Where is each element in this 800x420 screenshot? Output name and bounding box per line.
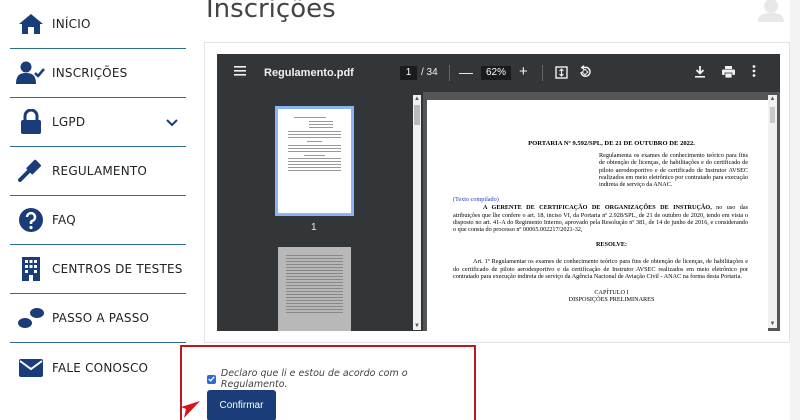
pdf-card: Regulamento.pdf 1 / 34 — 62% + 1 ▲ ▼ POR… [204,42,790,343]
sidebar-item-label: LGPD [52,115,86,129]
zoom-in-button[interactable]: + [519,63,528,80]
sidebar-item-label: PASSO A PASSO [52,311,150,325]
envelope-icon [16,353,46,383]
building-icon [16,254,46,284]
document-ementa: Regulamenta os exames de conhecimento te… [599,152,748,189]
sidebar-item-label: INÍCIO [52,17,91,31]
pdf-viewer[interactable]: Regulamento.pdf 1 / 34 — 62% + 1 ▲ ▼ POR… [217,54,780,331]
scrollbar-thumb[interactable] [414,105,420,125]
toolbar-divider [449,65,450,81]
scroll-down-icon[interactable]: ▼ [413,322,421,330]
sidebar-item-label: INSCRIÇÕES [52,66,128,80]
print-icon[interactable] [722,66,735,81]
sidebar-item-label: FALE CONOSCO [52,360,149,375]
fit-page-icon[interactable] [555,66,568,82]
document-scrollbar[interactable]: ▲ ▼ [768,95,777,328]
document-heading: PORTARIA Nº 9.592/SPL, DE 21 DE OUTUBRO … [528,140,695,147]
document-article: Art. 1º Regulamentar os exames de conhec… [453,258,748,280]
scroll-up-icon[interactable]: ▲ [768,95,777,103]
sidebar-item-faq[interactable]: FAQ [10,196,186,245]
pdf-toolbar: Regulamento.pdf 1 / 34 — 62% + [217,54,780,92]
chevron-down-icon[interactable] [166,114,178,132]
agreement-box: Declaro que li e estou de acordo com o R… [180,345,476,420]
rotate-icon[interactable] [578,65,592,82]
scroll-down-icon[interactable]: ▼ [768,320,777,328]
thumbnail-page-number: 1 [311,222,317,233]
document-chapter-title: DISPOSIÇÕES PRELIMINARES [568,296,655,304]
agreement-label: Declaro que li e estou de acordo com o R… [220,368,408,390]
sidebar-item-fale-conosco[interactable]: FALE CONOSCO [10,343,186,392]
question-circle-icon [16,205,46,235]
download-icon[interactable] [694,65,706,81]
page-number-input[interactable]: 1 [400,66,417,80]
document-paragraph: A GERENTE DE CERTIFICAÇÃO DE ORGANIZAÇÕE… [453,204,748,233]
compiled-text-link[interactable]: (Texto compilado) [453,196,748,203]
page-scrollbar[interactable] [790,0,800,420]
document-paragraph-lead: A GERENTE DE CERTIFICAÇÃO DE ORGANIZAÇÕE… [483,204,712,212]
pdf-file-name: Regulamento.pdf [264,67,354,79]
page-title: Inscrições [206,0,336,24]
page-total: / 34 [421,67,438,78]
menu-icon[interactable] [234,66,246,79]
confirm-button[interactable]: Confirmar [207,390,276,420]
gavel-icon [16,156,46,186]
sidebar-item-inscricoes[interactable]: INSCRIÇÕES [10,49,186,98]
sidebar-item-label: CENTROS DE TESTES [52,262,183,276]
sidebar-item-label: REGULAMENTO [52,164,148,178]
zoom-input[interactable]: 62% [481,66,511,80]
user-check-icon [16,58,46,88]
more-options-icon[interactable] [752,65,756,80]
home-icon [16,9,46,39]
sidebar-nav: INÍCIO INSCRIÇÕES LGPD REGULAMENTO FAQ C… [10,0,186,420]
agreement-checkbox[interactable] [207,374,216,384]
scrollbar-thumb[interactable] [770,107,775,123]
sidebar-item-label: FAQ [52,213,76,227]
document-area: PORTARIA Nº 9.592/SPL, DE 21 DE OUTUBRO … [427,92,780,331]
sidebar-item-passo-a-passo[interactable]: PASSO A PASSO [10,294,186,343]
thumbnail-scrollbar[interactable]: ▲ ▼ [413,95,421,330]
sidebar-item-lgpd[interactable]: LGPD [10,98,186,147]
document-resolve: RESOLVE: [595,241,628,249]
zoom-out-button[interactable]: — [459,64,473,80]
lock-icon [16,107,46,137]
user-avatar-icon[interactable] [756,0,790,27]
sidebar-item-centros-de-testes[interactable]: CENTROS DE TESTES [10,245,186,294]
page-thumbnail[interactable] [278,247,351,331]
footsteps-icon [16,303,46,333]
sidebar-item-inicio[interactable]: INÍCIO [10,0,186,49]
toolbar-divider [542,65,543,81]
page-thumbnail-selected[interactable] [275,106,354,216]
scroll-up-icon[interactable]: ▲ [413,95,421,103]
sidebar-item-regulamento[interactable]: REGULAMENTO [10,147,186,196]
agreement-row[interactable]: Declaro que li e estou de acordo com o R… [207,368,474,390]
document-page: PORTARIA Nº 9.592/SPL, DE 21 DE OUTUBRO … [427,100,768,331]
pointer-arrow-icon [180,398,202,420]
